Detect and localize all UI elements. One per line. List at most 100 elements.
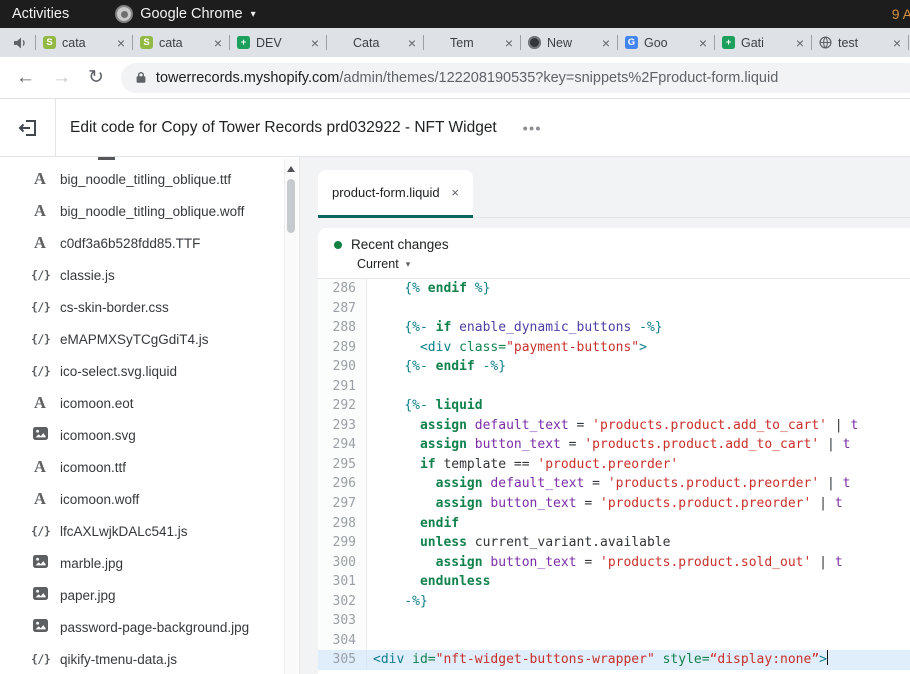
address-bar[interactable]: towerrecords.myshopify.com/admin/themes/… bbox=[121, 63, 910, 93]
file-name: classie.js bbox=[60, 268, 115, 283]
browser-tab[interactable]: New × bbox=[526, 36, 612, 50]
scrollbar-up-arrow-icon[interactable] bbox=[287, 166, 295, 172]
activities-button[interactable]: Activities bbox=[12, 6, 69, 22]
line-number: 305 bbox=[318, 650, 367, 670]
code-line: 296 assign default_text = 'products.prod… bbox=[318, 474, 910, 494]
file-item[interactable]: {/}ico-select.svg.liquid bbox=[0, 355, 299, 387]
browser-tab[interactable]: Scata× bbox=[138, 36, 224, 50]
file-name: lfcAXLwjkDALc541.js bbox=[60, 524, 188, 539]
close-icon[interactable]: × bbox=[408, 36, 416, 50]
file-item[interactable]: {/}classie.js bbox=[0, 259, 299, 291]
file-item[interactable]: Abig_noodle_titling_oblique.woff bbox=[0, 195, 299, 227]
recent-changes-bar: Recent changes Current ▾ bbox=[318, 228, 910, 279]
file-name: cs-skin-border.css bbox=[60, 300, 169, 315]
code-line: 288 {%- if enable_dynamic_buttons -%} bbox=[318, 318, 910, 338]
image-file-icon bbox=[31, 555, 49, 571]
line-number: 298 bbox=[318, 514, 367, 534]
file-item[interactable]: Abig_noodle_titling_oblique.ttf bbox=[0, 163, 299, 195]
close-icon[interactable]: × bbox=[311, 36, 319, 50]
browser-tab[interactable]: Cata× bbox=[332, 36, 418, 50]
tab-separator bbox=[908, 35, 909, 50]
code-line: 302 -%} bbox=[318, 592, 910, 612]
audio-speaker-icon[interactable] bbox=[12, 35, 28, 51]
desktop-top-bar: Activities Google Chrome ▾ 9 A bbox=[0, 0, 910, 28]
file-item[interactable]: marble.jpg bbox=[0, 547, 299, 579]
close-icon[interactable]: × bbox=[214, 36, 222, 50]
version-dropdown[interactable]: Current ▾ bbox=[357, 257, 894, 271]
tab-separator bbox=[35, 35, 36, 50]
file-item[interactable]: paper.jpg bbox=[0, 579, 299, 611]
clock[interactable]: 9 A bbox=[892, 6, 910, 22]
browser-tab[interactable]: Tem× bbox=[429, 36, 515, 50]
reload-icon[interactable]: ↻ bbox=[88, 68, 104, 87]
close-icon[interactable]: × bbox=[602, 36, 610, 50]
close-icon[interactable]: × bbox=[893, 36, 901, 50]
code-text: {%- liquid bbox=[367, 396, 483, 416]
code-editor[interactable]: 286 {% endif %}287288 {%- if enable_dyna… bbox=[318, 279, 910, 674]
editor-tab-bar: product-form.liquid × bbox=[318, 170, 910, 218]
clipped-file-row-fragment bbox=[98, 157, 115, 160]
line-number: 297 bbox=[318, 494, 367, 514]
browser-tab[interactable]: GGoo× bbox=[623, 36, 709, 50]
font-file-icon: A bbox=[31, 457, 49, 477]
forward-icon[interactable]: → bbox=[52, 68, 71, 87]
browser-tab[interactable]: Scata× bbox=[41, 36, 127, 50]
code-file-icon: {/} bbox=[31, 524, 49, 538]
back-icon[interactable]: ← bbox=[16, 68, 35, 87]
file-name: icomoon.ttf bbox=[60, 460, 126, 475]
font-file-icon: A bbox=[31, 169, 49, 189]
scrollbar-thumb[interactable] bbox=[287, 179, 295, 233]
file-item[interactable]: password-page-background.jpg bbox=[0, 611, 299, 643]
close-icon[interactable]: × bbox=[451, 185, 459, 200]
file-name: big_noodle_titling_oblique.ttf bbox=[60, 172, 231, 187]
code-text bbox=[367, 299, 373, 319]
file-name: password-page-background.jpg bbox=[60, 620, 249, 635]
browser-tab-title: Gati bbox=[741, 36, 790, 50]
file-item[interactable]: Ac0df3a6b528fdd85.TTF bbox=[0, 227, 299, 259]
font-file-icon: A bbox=[31, 233, 49, 253]
close-icon[interactable]: × bbox=[699, 36, 707, 50]
unsaved-changes-dot-icon bbox=[334, 241, 342, 249]
file-item[interactable]: {/}cs-skin-border.css bbox=[0, 291, 299, 323]
file-item[interactable]: icomoon.svg bbox=[0, 419, 299, 451]
code-line: 294 assign button_text = 'products.produ… bbox=[318, 435, 910, 455]
file-item[interactable]: Aicomoon.eot bbox=[0, 387, 299, 419]
file-item[interactable]: Aicomoon.ttf bbox=[0, 451, 299, 483]
browser-tab[interactable]: +Gati× bbox=[720, 36, 806, 50]
browser-tab[interactable]: test× bbox=[817, 36, 903, 50]
code-text bbox=[367, 377, 373, 397]
file-item[interactable]: Aicomoon.woff bbox=[0, 483, 299, 515]
text-cursor bbox=[827, 650, 828, 665]
chevron-down-icon: ▾ bbox=[406, 259, 411, 270]
code-line: 304 bbox=[318, 631, 910, 651]
close-icon[interactable]: × bbox=[117, 36, 125, 50]
close-icon[interactable]: × bbox=[796, 36, 804, 50]
more-actions-button[interactable]: ••• bbox=[523, 120, 542, 136]
line-number: 304 bbox=[318, 631, 367, 651]
file-item[interactable]: {/}qikify-tmenu-data.js bbox=[0, 643, 299, 674]
file-item[interactable]: {/} lfcAXLwjkDALc541.js bbox=[0, 515, 299, 547]
browser-tab[interactable]: +DEV× bbox=[235, 36, 321, 50]
chrome-app-icon bbox=[115, 5, 133, 23]
app-menu[interactable]: Google Chrome ▾ bbox=[115, 5, 255, 23]
file-name: icomoon.eot bbox=[60, 396, 134, 411]
line-number: 300 bbox=[318, 553, 367, 573]
lock-icon[interactable] bbox=[135, 71, 147, 84]
line-number: 293 bbox=[318, 416, 367, 436]
exit-code-editor-button[interactable] bbox=[0, 99, 56, 156]
editor-tab-product-form[interactable]: product-form.liquid × bbox=[318, 170, 473, 218]
browser-toolbar: ← → ↻ towerrecords.myshopify.com/admin/t… bbox=[0, 57, 910, 99]
tab-separator bbox=[811, 35, 812, 50]
code-line: 300 assign button_text = 'products.produ… bbox=[318, 553, 910, 573]
translate-favicon-icon: G bbox=[625, 36, 638, 49]
globe-favicon-icon bbox=[819, 36, 832, 49]
code-text: <div id="nft-widget-buttons-wrapper" sty… bbox=[367, 650, 828, 670]
close-icon[interactable]: × bbox=[505, 36, 513, 50]
figma-favicon-icon bbox=[334, 36, 347, 49]
file-name: qikify-tmenu-data.js bbox=[60, 652, 177, 667]
screen: Activities Google Chrome ▾ 9 A Scata× Sca… bbox=[0, 0, 910, 674]
browser-tab-title: DEV bbox=[256, 36, 305, 50]
sidebar-scrollbar[interactable] bbox=[284, 159, 297, 674]
file-item[interactable]: {/}eMAPMXSyTCgGdiT4.js bbox=[0, 323, 299, 355]
browser-tab-title: New bbox=[547, 36, 596, 50]
